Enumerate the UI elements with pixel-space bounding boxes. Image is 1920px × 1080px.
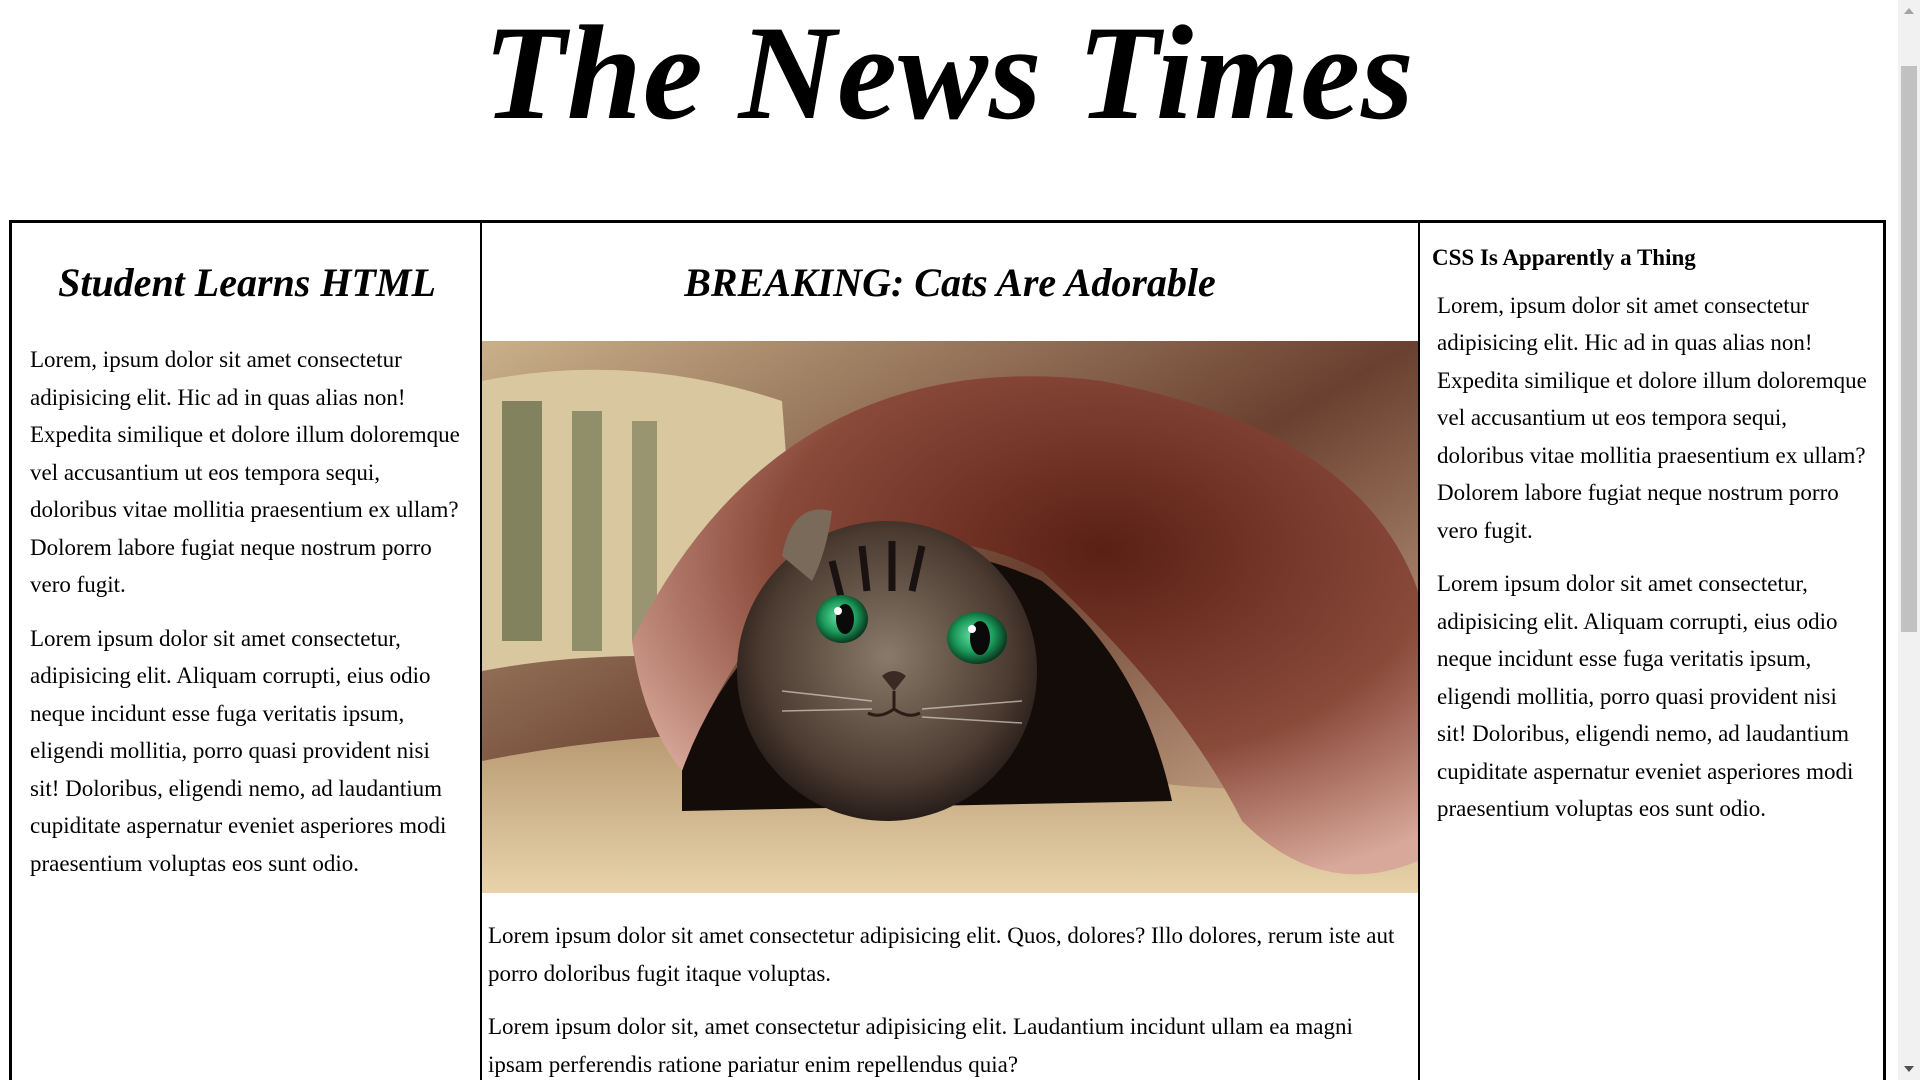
article-right: CSS Is Apparently a Thing Lorem, ipsum d… (1420, 223, 1883, 1080)
article-middle: BREAKING: Cats Are Adorable Lorem ipsum … (482, 223, 1420, 1080)
vertical-scrollbar[interactable] (1898, 0, 1920, 1080)
article-middle-paragraph-2: Lorem ipsum dolor sit, amet consectetur … (488, 1014, 1353, 1077)
cat-photo-illustration (482, 341, 1418, 893)
masthead: The News Times (0, 0, 1898, 220)
cat-photo (482, 341, 1418, 893)
scroll-down-arrow-icon[interactable] (1898, 1058, 1920, 1080)
article-left-paragraph-2: Lorem ipsum dolor sit amet consectetur, … (30, 625, 447, 876)
article-columns: Student Learns HTML Lorem, ipsum dolor s… (9, 220, 1886, 1080)
article-left: Student Learns HTML Lorem, ipsum dolor s… (12, 223, 482, 1080)
article-left-paragraph-1: Lorem, ipsum dolor sit amet consectetur … (30, 347, 460, 597)
newspaper-page: The News Times Student Learns HTML Lorem… (0, 0, 1920, 1080)
article-middle-paragraph-1: Lorem ipsum dolor sit amet consectetur a… (488, 923, 1395, 986)
site-title: The News Times (483, 0, 1415, 148)
article-right-paragraph-2: Lorem ipsum dolor sit amet consectetur, … (1437, 571, 1854, 822)
article-right-headline: CSS Is Apparently a Thing (1432, 245, 1696, 270)
article-left-headline: Student Learns HTML (58, 260, 436, 305)
scrollbar-thumb[interactable] (1901, 66, 1917, 632)
article-right-paragraph-1: Lorem, ipsum dolor sit amet consectetur … (1437, 292, 1867, 543)
article-middle-headline: BREAKING: Cats Are Adorable (684, 260, 1216, 305)
scroll-up-arrow-icon[interactable] (1898, 0, 1920, 22)
